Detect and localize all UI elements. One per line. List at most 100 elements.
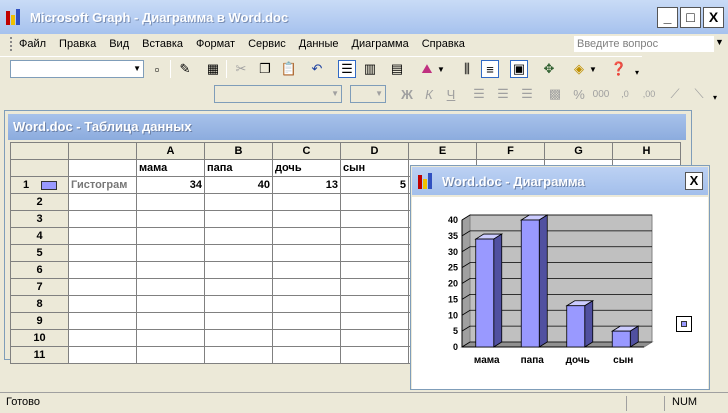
value-cell[interactable]: 5 [340,176,409,194]
view-datasheet-icon[interactable]: ▦ [204,60,222,78]
row-header-blank[interactable] [10,159,69,177]
data-cell[interactable] [204,244,273,262]
align-center-icon[interactable]: ☰ [494,85,512,103]
minimize-button[interactable]: _ [657,7,678,28]
menu-insert[interactable]: Вставка [142,38,183,50]
data-cell[interactable] [68,295,137,313]
data-cell[interactable] [340,227,409,245]
menu-help[interactable]: Справка [422,38,465,50]
value-cell[interactable]: 40 [204,176,273,194]
data-cell[interactable] [204,193,273,211]
row-header-3[interactable]: 3 [10,210,69,228]
data-cell[interactable] [340,193,409,211]
column-header-c[interactable]: C [272,142,341,160]
data-cell[interactable] [136,261,205,279]
data-cell[interactable] [340,210,409,228]
underline-icon[interactable]: Ч [442,85,460,103]
column-header-a[interactable]: A [136,142,205,160]
column-header-blank[interactable] [68,142,137,160]
category-cell[interactable]: дочь [272,159,341,177]
row-header-9[interactable]: 9 [10,312,69,330]
data-table-icon[interactable]: ▤ [388,60,406,78]
column-header-b[interactable]: B [204,142,273,160]
data-cell[interactable] [272,261,341,279]
data-cell[interactable] [136,210,205,228]
data-cell[interactable] [340,312,409,330]
chevron-down-icon[interactable]: ▼ [375,89,383,98]
format-object-icon[interactable]: ✎ [176,60,194,78]
maximize-button[interactable]: □ [680,7,701,28]
data-cell[interactable] [68,227,137,245]
row-header-11[interactable]: 11 [10,346,69,364]
data-cell[interactable] [272,193,341,211]
menu-file[interactable]: Файл [19,38,46,50]
align-left-icon[interactable]: ☰ [470,85,488,103]
close-button[interactable]: X [703,7,724,28]
chart-type-icon[interactable]: ⛰ [418,60,436,78]
toolbar-options-icon[interactable]: ▾ [710,88,720,106]
category-cell[interactable]: сын [340,159,409,177]
data-cell[interactable] [204,278,273,296]
column-header-e[interactable]: E [408,142,477,160]
column-header-h[interactable]: H [612,142,681,160]
data-cell[interactable] [272,329,341,347]
data-cell[interactable] [68,312,137,330]
question-dropdown-icon[interactable]: ▼ [715,37,724,47]
data-cell[interactable] [204,227,273,245]
angle-ccw-icon[interactable]: ⟋ [666,85,684,103]
row-header-1[interactable]: 1 [10,176,69,194]
currency-icon[interactable]: ▩ [546,85,564,103]
font-size-combo[interactable]: ▼ [350,85,386,103]
data-cell[interactable] [136,278,205,296]
category-axis-gridlines-icon[interactable]: ⫼ [458,60,476,78]
decrease-decimal-icon[interactable]: ,00 [640,85,658,103]
thousands-icon[interactable]: 000 [592,85,610,103]
value-axis-gridlines-icon[interactable]: ≡ [481,60,499,78]
data-cell[interactable] [68,261,137,279]
column-header-f[interactable]: F [476,142,545,160]
data-cell[interactable] [272,244,341,262]
row-header-6[interactable]: 6 [10,261,69,279]
data-cell[interactable] [68,193,137,211]
cut-icon[interactable]: ✂ [232,60,250,78]
menu-chart[interactable]: Диаграмма [352,38,409,50]
data-cell[interactable] [272,210,341,228]
row-header-7[interactable]: 7 [10,278,69,296]
fill-color-icon[interactable]: ◈ [570,60,588,78]
row-header-2[interactable]: 2 [10,193,69,211]
copy-icon[interactable]: ❐ [256,60,274,78]
category-cell[interactable]: папа [204,159,273,177]
data-cell[interactable] [136,346,205,364]
chart-area[interactable]: 0 5 10 15 20 25 30 35 40 мама папа дочь сын [412,197,708,389]
chart-type-dropdown-icon[interactable]: ▼ [436,60,446,78]
data-cell[interactable] [204,295,273,313]
data-cell[interactable] [340,295,409,313]
question-input[interactable]: Введите вопрос [574,36,714,52]
legend-icon[interactable]: ▣ [510,60,528,78]
by-column-icon[interactable]: ▥ [361,60,379,78]
graph-app-icon[interactable] [6,9,24,25]
data-cell[interactable] [68,244,137,262]
data-cell[interactable] [68,159,137,177]
data-cell[interactable] [340,261,409,279]
data-cell[interactable] [136,295,205,313]
menu-tools[interactable]: Сервис [248,38,286,50]
menu-view[interactable]: Вид [109,38,129,50]
data-cell[interactable] [340,329,409,347]
data-cell[interactable] [68,329,137,347]
data-cell[interactable] [204,210,273,228]
data-cell[interactable] [136,193,205,211]
angle-cw-icon[interactable]: ⟍ [690,85,708,103]
corner-cell[interactable] [10,142,69,160]
align-right-icon[interactable]: ☰ [518,85,536,103]
category-cell[interactable]: мама [136,159,205,177]
data-cell[interactable] [272,295,341,313]
data-cell[interactable] [204,346,273,364]
help-icon[interactable]: ❓ [610,60,628,78]
chart-window-icon[interactable] [418,173,436,189]
increase-decimal-icon[interactable]: ,0 [616,85,634,103]
data-cell[interactable] [272,312,341,330]
data-cell[interactable] [136,312,205,330]
data-cell[interactable] [340,244,409,262]
data-cell[interactable] [272,278,341,296]
